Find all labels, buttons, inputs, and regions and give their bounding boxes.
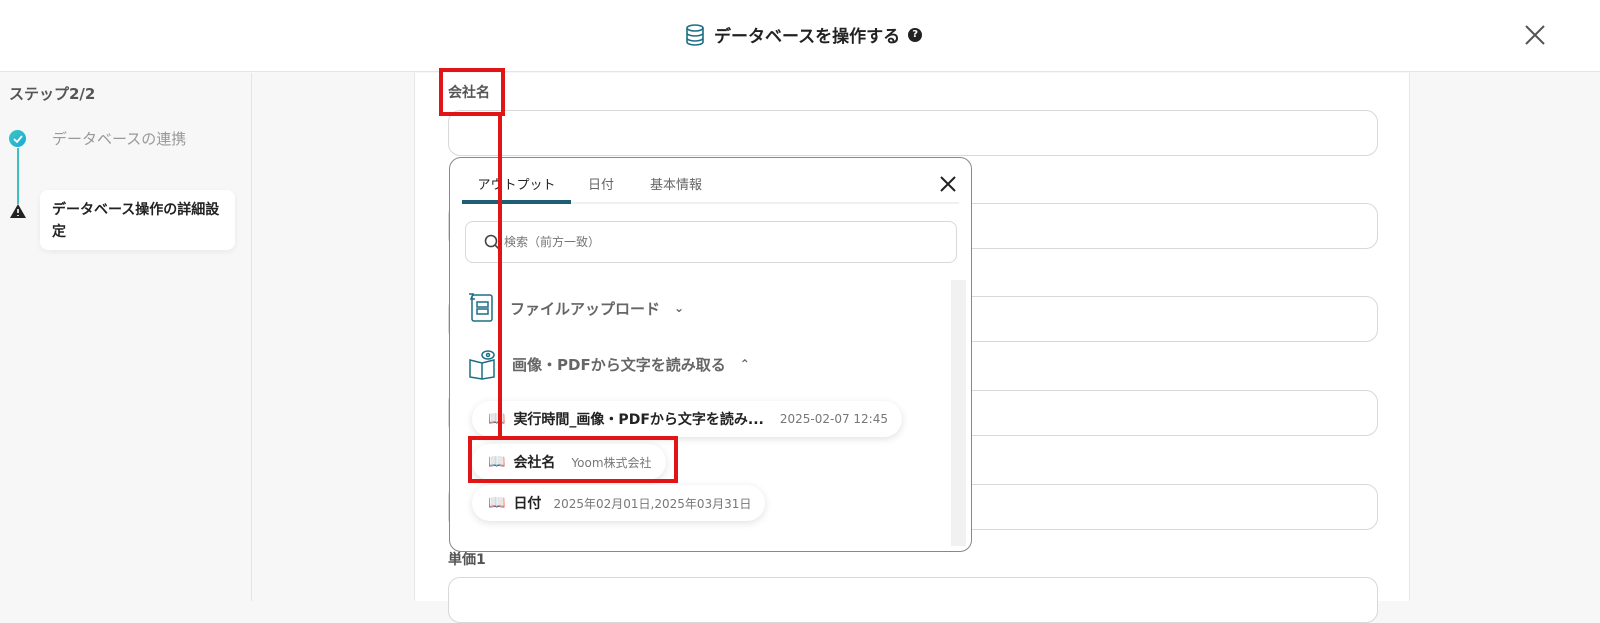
close-icon[interactable]	[1520, 20, 1550, 50]
book-eye-icon	[469, 350, 495, 380]
highlight-box-output-item	[468, 436, 678, 483]
chevron-up-icon: ⌃	[739, 357, 750, 371]
title-text: データベースを操作する	[714, 27, 901, 47]
item-value: 2025年02月01日,2025年03月31日	[553, 496, 752, 511]
tab-output[interactable]: アウトプット	[462, 158, 571, 204]
popup-tabs: アウトプット 日付 基本情報	[462, 158, 959, 204]
item-key: 日付	[513, 496, 542, 512]
warning-icon	[10, 204, 26, 218]
book-icon: 📖	[488, 495, 506, 511]
database-icon	[686, 23, 704, 46]
step-sidebar: ステップ2/2 データベースの連携 データベース操作の詳細設定	[0, 73, 252, 601]
item-value: 2025-02-07 12:45	[779, 412, 888, 426]
output-item[interactable]: 📖 実行時間_画像・PDFから文字を読み... 2025-02-07 12:45	[472, 401, 902, 437]
step-counter: ステップ2/2	[9, 85, 96, 103]
unit-price-input[interactable]	[448, 577, 1378, 623]
group-ocr[interactable]: 画像・PDFから文字を読み取る ⌃	[468, 348, 750, 380]
item-key: 実行時間_画像・PDFから文字を読み...	[513, 412, 764, 428]
step-2[interactable]: データベース操作の詳細設定	[40, 190, 235, 250]
tab-date[interactable]: 日付	[571, 158, 631, 202]
output-list: ファイルアップロード ⌄ 画像・PDFから文字を読み取る ⌃ 📖 実行時間_画像…	[456, 280, 966, 546]
book-icon: 📖	[488, 411, 506, 427]
help-icon[interactable]: ?	[908, 27, 923, 42]
group-label: 画像・PDFから文字を読み取る	[512, 355, 726, 374]
step-1[interactable]: データベースの連携	[52, 128, 186, 149]
group-label: ファイルアップロード	[510, 299, 661, 318]
check-icon	[9, 130, 26, 147]
search-box[interactable]	[465, 221, 957, 263]
header: データベースを操作する ?	[0, 0, 1600, 72]
page-title: データベースを操作する ?	[684, 22, 923, 47]
search-input[interactable]	[504, 235, 904, 249]
company-name-input[interactable]	[448, 110, 1378, 156]
field-label-unit-price: 単価1	[448, 552, 486, 568]
file-upload-icon	[469, 293, 493, 322]
tab-basic-info[interactable]: 基本情報	[631, 158, 721, 202]
step-connector	[17, 148, 19, 204]
highlight-box-field-label	[439, 68, 505, 116]
close-icon[interactable]	[938, 174, 958, 194]
output-item[interactable]: 📖 日付 2025年02月01日,2025年03月31日	[472, 485, 766, 521]
scrollbar[interactable]	[951, 280, 966, 546]
output-picker-popup: アウトプット 日付 基本情報 ファイルアップロード ⌄ 画像・PDFから文字を読…	[449, 157, 972, 552]
chevron-down-icon: ⌄	[674, 301, 685, 315]
highlight-connector	[498, 114, 502, 438]
